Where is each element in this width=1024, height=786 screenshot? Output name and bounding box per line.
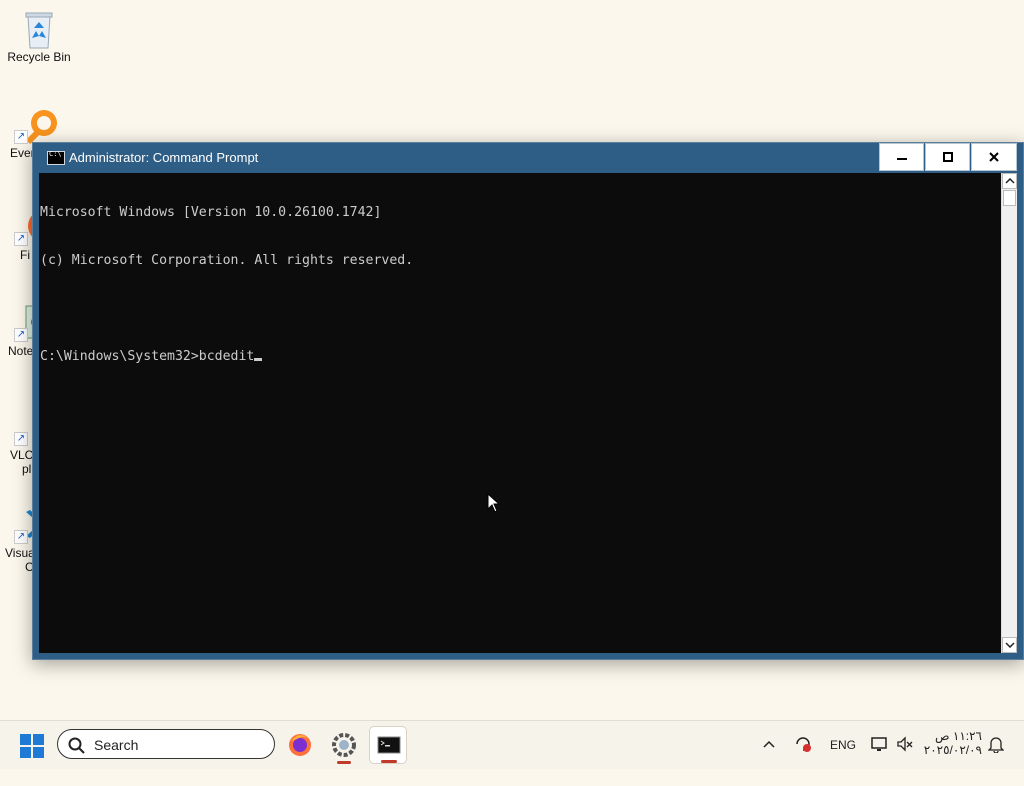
shortcut-arrow-icon: ↗	[14, 328, 28, 342]
mouse-pointer-icon	[487, 493, 501, 513]
window-title: Administrator: Command Prompt	[69, 150, 259, 165]
chevron-up-icon	[1005, 178, 1015, 184]
taskbar-clock[interactable]: ١١:٢٦ ص ٢٠٢٥/٠٢/٠٩	[916, 729, 982, 757]
network-icon	[871, 737, 887, 751]
close-icon	[989, 152, 999, 162]
cmd-app-icon: C:\	[47, 150, 65, 165]
tray-sync-status[interactable]	[794, 735, 812, 783]
magnifier-app-icon: ↗	[14, 106, 58, 145]
shortcut-arrow-icon: ↗	[14, 432, 28, 446]
running-indicator	[337, 761, 351, 764]
shortcut-arrow-icon: ↗	[14, 232, 28, 246]
windows-logo-icon	[20, 734, 44, 758]
text-cursor	[254, 358, 263, 361]
command-prompt-window[interactable]: C:\ Administrator: Command Prompt Micros…	[32, 142, 1024, 660]
start-button[interactable]	[20, 734, 44, 763]
clock-date: ٢٠٢٥/٠٢/٠٩	[923, 743, 982, 757]
minimize-button[interactable]	[879, 143, 924, 171]
scroll-up-button[interactable]	[1002, 173, 1017, 189]
chevron-down-icon	[1005, 642, 1015, 648]
close-button[interactable]	[971, 143, 1017, 171]
firefox-icon	[289, 734, 311, 756]
active-indicator	[381, 760, 397, 763]
tray-overflow-chevron[interactable]	[762, 737, 776, 785]
console-prompt-line[interactable]: C:\Windows\System32>bcdedit	[40, 349, 1001, 365]
search-icon	[68, 737, 85, 754]
search-label: Search	[94, 737, 139, 753]
shortcut-arrow-icon: ↗	[14, 530, 28, 544]
vertical-scrollbar[interactable]	[1001, 173, 1017, 653]
console-command: C:\Windows\System32>bcdedit	[40, 349, 255, 364]
taskbar-settings-app[interactable]	[325, 726, 363, 764]
clock-time: ١١:٢٦ ص	[935, 729, 982, 743]
maximize-button[interactable]	[925, 143, 970, 171]
desktop-icon-recycle-bin[interactable]: Recycle Bin	[0, 10, 78, 64]
tray-volume[interactable]	[896, 735, 914, 783]
desktop-icon-label: Recycle Bin	[7, 50, 71, 64]
notifications-button[interactable]	[987, 735, 1005, 783]
console-line: Microsoft Windows [Version 10.0.26100.17…	[40, 205, 382, 220]
window-titlebar[interactable]: C:\ Administrator: Command Prompt	[33, 143, 1023, 172]
console-output[interactable]: Microsoft Windows [Version 10.0.26100.17…	[39, 173, 1001, 653]
console-line: (c) Microsoft Corporation. All rights re…	[40, 253, 414, 268]
gear-icon	[332, 733, 356, 757]
taskbar-search-box[interactable]: Search	[57, 729, 275, 759]
taskbar: Search ENG ١١:٢٦ ص ٢٠٢٥/٠٢/٠٩	[0, 720, 1024, 769]
bell-icon	[987, 737, 1005, 754]
scroll-down-button[interactable]	[1002, 637, 1017, 653]
taskbar-command-prompt[interactable]	[369, 726, 407, 764]
tray-network[interactable]	[870, 735, 890, 783]
maximize-icon	[942, 152, 953, 162]
recycle-bin-icon	[21, 10, 57, 49]
chevron-up-icon	[763, 740, 775, 748]
sync-error-icon	[796, 737, 811, 752]
minimize-icon	[896, 158, 907, 160]
language-indicator[interactable]: ENG	[830, 738, 856, 786]
scrollbar-thumb[interactable]	[1003, 190, 1016, 206]
taskbar-firefox[interactable]	[281, 726, 319, 764]
volume-muted-icon	[897, 736, 913, 752]
shortcut-arrow-icon: ↗	[14, 130, 28, 144]
